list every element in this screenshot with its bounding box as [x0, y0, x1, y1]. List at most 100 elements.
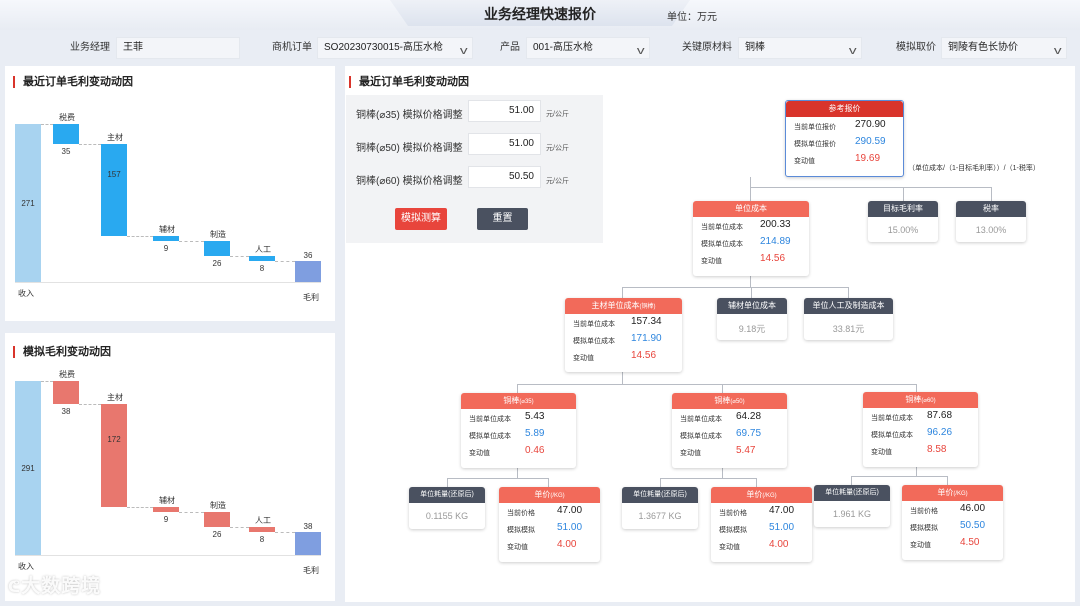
label: 变动值 [507, 544, 528, 551]
label: 模拟单位成本 [701, 241, 743, 248]
label: 当前价格 [507, 510, 535, 517]
chart1-panel: 最近订单毛利变动动因 271 收入 35 税费 157 主材 9 辅材 26 制造 8 人工 36 毛利 [5, 66, 335, 321]
chart2-panel: 模拟毛利变动动因 291 收入 38 税费 172 主材 9 辅材 26 制造 8 人工 38 毛利 [5, 333, 335, 601]
sim-price-input-35[interactable]: 51.00 [468, 100, 541, 122]
material-select[interactable]: 铜棒 v [738, 37, 862, 59]
main-material-title: 主材单位成本(铜棒) [565, 298, 682, 314]
connector-line [179, 511, 204, 513]
ref-quote-card: 参考报价 当前单位报价 270.90 模拟单位报价 290.59 变动值 19.69 [785, 100, 904, 177]
material-value: 铜棒 [745, 42, 765, 53]
value: 69.75 [736, 428, 762, 439]
label: 变动值 [719, 544, 740, 551]
value: 8.58 [927, 444, 947, 455]
consumption-card: 单位耗量(还原后) 1.3677 KG [622, 487, 698, 529]
category-label: 辅材 [159, 224, 175, 234]
rod-cost-card: 铜棒(⌀35) 当前单位成本 5.43 模拟单位成本 5.89 变动值 0.46 [461, 393, 576, 468]
bar-value: 157 [107, 170, 121, 180]
manager-label: 业务经理 [70, 42, 110, 53]
unit-price-title: 单价(/KG) [902, 485, 1003, 501]
unit-price-sub: (/KG) [762, 493, 777, 499]
chevron-down-icon: v [459, 45, 468, 57]
sim-title: 最近订单毛利变动动因 [349, 76, 469, 88]
label: 变动值 [701, 258, 722, 265]
manager-field[interactable]: 王菲 [116, 37, 240, 59]
price-select[interactable]: 铜陵有色长协价 v [941, 37, 1067, 59]
formula-note: （单位成本/（1-目标毛利率））/（1-税率） [908, 165, 1040, 172]
chevron-down-icon: v [848, 45, 857, 57]
label: 变动值 [871, 449, 892, 456]
main-material-card: 主材单位成本(铜棒) 当前单位成本 157.34 模拟单位成本 171.90 变动值… [565, 298, 682, 372]
label: 模拟模拟 [507, 527, 535, 534]
sim-row-label: 铜棒(⌀50) 模拟价格调整 [356, 143, 463, 154]
connector-line [275, 261, 295, 262]
connector-line [230, 527, 249, 529]
category-label: 收入 [18, 289, 34, 298]
order-value: SO20230730015-高压水枪 [324, 42, 443, 53]
connector-line [41, 381, 53, 382]
sim-price-input-50[interactable]: 51.00 [468, 133, 541, 155]
waterfall-bar [249, 527, 275, 533]
label: 当前单位成本 [871, 415, 913, 422]
label: 当前单位报价 [794, 124, 836, 131]
waterfall-bar [53, 124, 79, 145]
waterfall-bar [153, 506, 179, 512]
material-label: 关键原材料 [682, 42, 732, 53]
value: 0.46 [525, 445, 545, 456]
quote-change: 19.69 [855, 153, 881, 164]
value: 64.28 [736, 411, 762, 422]
order-select[interactable]: SO20230730015-高压水枪 v [317, 37, 473, 59]
chart2-area: 291 收入 38 税费 172 主材 9 辅材 26 制造 8 人工 38 毛利 [5, 333, 335, 601]
main-material-sub: (铜棒) [639, 304, 656, 310]
unit-cost-title: 单位成本 [693, 201, 809, 217]
consumption-title: 单位耗量(还原后) [814, 485, 890, 501]
rod-title: 铜棒(⌀50) [672, 393, 787, 409]
label: 变动值 [794, 158, 815, 165]
product-select[interactable]: 001-高压水枪 v [526, 37, 650, 59]
value: 47.00 [557, 505, 583, 516]
bar-value: 172 [107, 435, 121, 445]
bar-value: 26 [212, 530, 222, 540]
category-label: 主材 [107, 392, 123, 402]
unit-price-sub: (/KG) [550, 493, 565, 499]
waterfall-bar [153, 235, 179, 242]
product-label: 产品 [500, 42, 520, 53]
rod-sub: (⌀35) [519, 399, 534, 405]
reset-button[interactable]: 重置 [477, 208, 528, 230]
simulate-button[interactable]: 模拟测算 [395, 208, 447, 230]
unit-price-title: 单价(/KG) [499, 487, 600, 503]
waterfall-bar [204, 241, 230, 257]
connector-line [230, 256, 249, 258]
target-margin-value: 15.00% [887, 225, 919, 235]
chart1-area: 271 收入 35 税费 157 主材 9 辅材 26 制造 8 人工 36 毛利 [5, 66, 335, 321]
unit-price-card: 单价(/KG) 当前价格 47.00 模拟模拟 51.00 变动值 4.00 [499, 487, 600, 562]
sim-price-input-60[interactable]: 50.50 [468, 166, 541, 188]
connector-line [79, 403, 101, 405]
bar-value: 35 [61, 147, 71, 157]
label: 当前价格 [910, 508, 938, 515]
aux-material-value: 9.18元 [738, 324, 766, 334]
consumption-title: 单位耗量(还原后) [409, 487, 485, 503]
category-label: 税费 [59, 370, 75, 379]
category-label: 税费 [59, 113, 75, 122]
ref-quote-title: 参考报价 [786, 101, 903, 117]
order-label: 商机订单 [272, 42, 312, 53]
waterfall-bar [53, 381, 79, 404]
waterfall-bar [101, 144, 127, 236]
chevron-down-icon: v [636, 45, 645, 57]
unit-price-title-text: 单价 [534, 490, 551, 499]
connector-line [79, 144, 101, 146]
category-label: 制造 [210, 500, 226, 510]
aux-material-card: 辅材单位成本 9.18元 [717, 298, 787, 340]
value: 50.50 [960, 520, 986, 531]
value: 47.00 [769, 505, 795, 516]
value: 51.00 [769, 522, 795, 533]
cost-change: 14.56 [760, 253, 786, 264]
current-quote: 270.90 [855, 119, 886, 130]
bar-value: 9 [163, 514, 169, 524]
product-value: 001-高压水枪 [533, 42, 594, 53]
label: 模拟单位成本 [573, 338, 615, 345]
consumption-card: 单位耗量(还原后) 1.961 KG [814, 485, 890, 527]
bar-value: 9 [163, 244, 169, 254]
bar-value: 38 [61, 406, 71, 416]
label: 当前单位成本 [469, 416, 511, 423]
